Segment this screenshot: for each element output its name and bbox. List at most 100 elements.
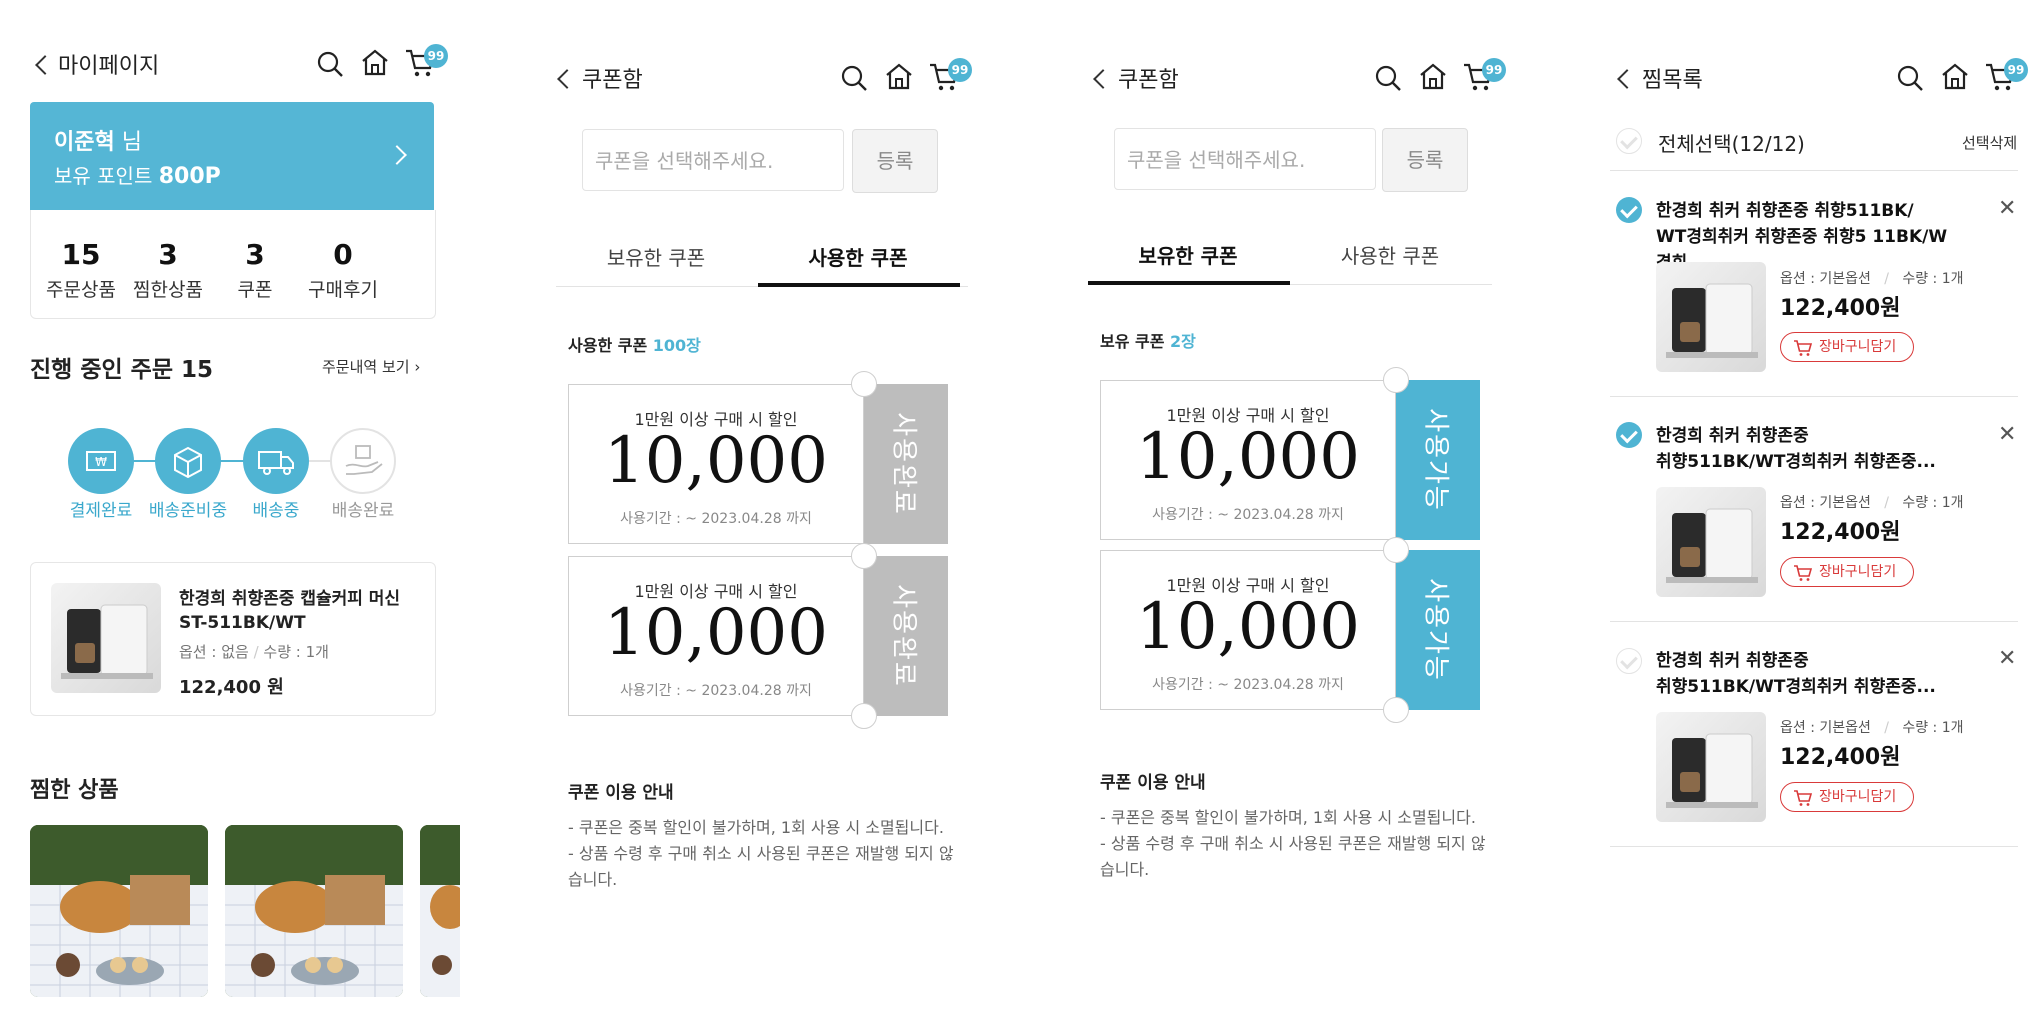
divider-slash: / — [1875, 271, 1898, 287]
won-card-icon: ₩ — [68, 428, 134, 494]
wish-product-image[interactable] — [30, 825, 208, 997]
item-qty: 수량 : 1개 — [1902, 495, 1964, 511]
coupon-status-tab: 사용완료 — [864, 556, 948, 716]
close-icon[interactable]: ✕ — [1998, 196, 2016, 221]
item-price: 122,400원 — [1780, 745, 1901, 770]
coupon-status: 사용가능 — [1420, 408, 1451, 512]
order-history-link[interactable]: 주문내역 보기 › — [322, 356, 420, 377]
search-icon[interactable] — [840, 64, 868, 92]
divider-slash: / — [253, 643, 264, 661]
coupon-period: 사용기간 : ~ 2023.04.28 까지 — [620, 511, 812, 527]
coupon-status-tab: 사용완료 — [864, 384, 948, 544]
back-icon[interactable] — [1093, 69, 1113, 89]
page-title: 마이페이지 — [58, 54, 160, 79]
coupon-count-label: 사용한 쿠폰 — [568, 336, 648, 355]
tab-owned[interactable]: 보유한 쿠폰 — [556, 242, 756, 271]
member-card[interactable]: 이준혁 님 보유 포인트 800P — [30, 102, 434, 210]
coupon-amount: 10,000 — [604, 424, 828, 498]
product-thumbnail — [51, 583, 161, 693]
select-all-label[interactable]: 전체선택(12/12) — [1658, 128, 1805, 157]
stat-wish[interactable]: 3 찜한상품 — [118, 238, 218, 302]
tab-active-indicator — [1088, 281, 1290, 285]
coupon-guide-line: - 쿠폰은 중복 할인이 불가하며, 1회 사용 시 소멸됩니다. — [1100, 808, 1476, 827]
coupon-amount: 10,000 — [1136, 420, 1360, 494]
stat-number: 3 — [158, 238, 178, 271]
search-icon[interactable] — [1896, 64, 1924, 92]
item-qty: 수량 : 1개 — [1902, 720, 1964, 736]
stat-coupons[interactable]: 3 쿠폰 — [205, 238, 305, 302]
stat-label: 쿠폰 — [237, 279, 273, 301]
tab-active-indicator — [758, 283, 960, 287]
coupon-period: 사용기간 : ~ 2023.04.28 까지 — [620, 683, 812, 699]
chevron-right-icon — [387, 145, 407, 165]
item-title-line2: 취향511BK/WT경희취커 취향존중... — [1656, 677, 1936, 697]
tab-used[interactable]: 사용한 쿠폰 — [758, 242, 958, 271]
coupon-input[interactable]: 쿠폰을 선택해주세요. — [582, 129, 844, 191]
order-qty: 수량 : 1개 — [263, 643, 329, 661]
item-checkbox[interactable] — [1616, 422, 1642, 448]
order-option: 옵션 : 없음 — [179, 643, 249, 661]
wish-product-image[interactable] — [420, 825, 460, 997]
cart-count-badge: 99 — [2004, 58, 2028, 82]
coupon-input[interactable]: 쿠폰을 선택해주세요. — [1114, 128, 1376, 190]
back-icon[interactable] — [557, 69, 577, 89]
coupon-count: 100장 — [652, 336, 701, 355]
divider-slash: / — [1875, 495, 1898, 511]
wishlist-screen: 찜목록 99 전체선택(12/12) 선택삭제 한경희 취커 취향존중 취향51… — [1590, 0, 2043, 1025]
product-thumbnail[interactable] — [1656, 712, 1766, 822]
register-button[interactable]: 등록 — [852, 129, 938, 193]
search-icon[interactable] — [316, 50, 344, 78]
coupon-guide-title: 쿠폰 이용 안내 — [1100, 773, 1206, 793]
stats-card: 15 주문상품 3 찜한상품 3 쿠폰 0 구매후기 — [30, 210, 436, 319]
add-to-cart-button[interactable]: 장바구니담기 — [1780, 557, 1914, 587]
divider — [1610, 846, 2018, 847]
order-card[interactable]: 한경희 취향존중 캡슐커피 머신 ST-511BK/WT 옵션 : 없음 / 수… — [30, 562, 436, 716]
step-label-delivered: 배송완료 — [331, 501, 395, 521]
stat-label: 주문상품 — [46, 279, 116, 301]
wish-product-image[interactable] — [225, 825, 403, 997]
stat-number: 15 — [61, 238, 101, 271]
order-product-name-line1: 한경희 취향존중 캡슐커피 머신 — [179, 589, 401, 609]
chevron-right-icon: › — [414, 358, 421, 376]
coupon-guide-line: - 상품 수령 후 구매 취소 시 사용된 쿠폰은 재발행 되지 않습니다. — [1100, 834, 1486, 879]
order-product-name-line2: ST-511BK/WT — [179, 613, 306, 633]
cart-count-badge: 99 — [1482, 58, 1506, 82]
coupon-status-tab[interactable]: 사용가능 — [1396, 550, 1480, 710]
cart-icon — [1794, 790, 1813, 806]
register-button[interactable]: 등록 — [1382, 128, 1468, 192]
coupon-guide-line: - 상품 수령 후 구매 취소 시 사용된 쿠폰은 재발행 되지 않습니다. — [568, 844, 954, 889]
box-icon — [155, 428, 221, 494]
add-to-cart-button[interactable]: 장바구니담기 — [1780, 332, 1914, 362]
product-thumbnail[interactable] — [1656, 262, 1766, 372]
close-icon[interactable]: ✕ — [1998, 422, 2016, 447]
home-icon[interactable] — [1418, 62, 1448, 90]
coupon-status: 사용완료 — [888, 584, 919, 688]
cart-count-badge: 99 — [424, 44, 448, 68]
back-icon[interactable] — [35, 55, 55, 75]
back-icon[interactable] — [1617, 69, 1637, 89]
coupon-status-tab[interactable]: 사용가능 — [1396, 380, 1480, 540]
item-checkbox[interactable] — [1616, 197, 1642, 223]
coupon-owned-screen: 쿠폰함 99 쿠폰을 선택해주세요. 등록 보유한 쿠폰 사용한 쿠폰 보유 쿠… — [1064, 0, 1534, 1025]
stat-reviews[interactable]: 0 구매후기 — [293, 238, 393, 302]
home-icon[interactable] — [360, 48, 390, 76]
delete-selected-button[interactable]: 선택삭제 — [1962, 132, 2017, 153]
select-all-checkbox[interactable] — [1616, 128, 1642, 154]
coupon-guide-line: - 쿠폰은 중복 할인이 불가하며, 1회 사용 시 소멸됩니다. — [568, 818, 944, 837]
tab-owned[interactable]: 보유한 쿠폰 — [1088, 240, 1288, 269]
divider — [1610, 621, 2018, 622]
tab-used[interactable]: 사용한 쿠폰 — [1290, 240, 1490, 269]
item-checkbox[interactable] — [1616, 648, 1642, 674]
add-to-cart-button[interactable]: 장바구니담기 — [1780, 782, 1914, 812]
coupon-notch — [851, 543, 877, 569]
search-icon[interactable] — [1374, 64, 1402, 92]
product-thumbnail[interactable] — [1656, 487, 1766, 597]
home-icon[interactable] — [1940, 62, 1970, 90]
close-icon[interactable]: ✕ — [1998, 646, 2016, 671]
stat-orders[interactable]: 15 주문상품 — [31, 238, 131, 302]
item-option: 옵션 : 기본옵션 — [1780, 495, 1871, 511]
add-to-cart-label: 장바구니담기 — [1819, 789, 1897, 805]
coupon-period: 사용기간 : ~ 2023.04.28 까지 — [1152, 507, 1344, 523]
points-value: 800P — [158, 164, 221, 189]
home-icon[interactable] — [884, 62, 914, 90]
